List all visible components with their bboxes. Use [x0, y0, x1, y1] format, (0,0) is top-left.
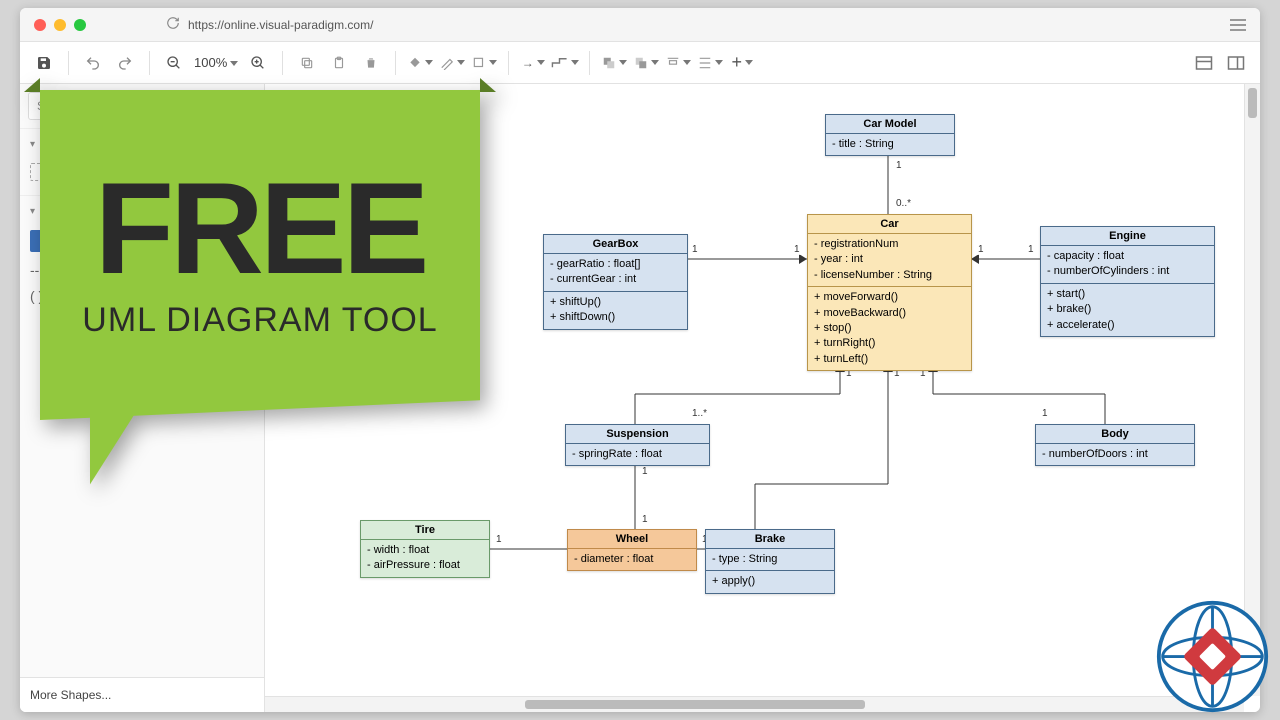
- promo-badge: FREE UML DIAGRAM TOOL: [30, 60, 490, 480]
- class-wheel[interactable]: Wheel - diameter : float: [567, 529, 697, 571]
- class-gearbox[interactable]: GearBox - gearRatio : float[] - currentG…: [543, 234, 688, 330]
- class-engine[interactable]: Engine - capacity : float - numberOfCyli…: [1040, 226, 1215, 337]
- class-tire[interactable]: Tire - width : float - airPressure : flo…: [360, 520, 490, 578]
- distribute-button[interactable]: [696, 49, 724, 77]
- mult: 1: [1041, 408, 1049, 419]
- mult: 1: [641, 466, 649, 477]
- class-name: Engine: [1041, 227, 1214, 246]
- class-name: Body: [1036, 425, 1194, 444]
- badge-subtitle: UML DIAGRAM TOOL: [82, 301, 437, 340]
- mult: 1: [1027, 244, 1035, 255]
- mult: 1: [691, 244, 699, 255]
- bring-front-button[interactable]: [600, 49, 628, 77]
- align-button[interactable]: [664, 49, 692, 77]
- format-panel-button[interactable]: [1190, 49, 1218, 77]
- maximize-window-button[interactable]: [74, 19, 86, 31]
- badge-title: FREE: [95, 170, 426, 287]
- mult: 1: [495, 534, 503, 545]
- connector-style-button[interactable]: [551, 49, 579, 77]
- mult: 0..*: [895, 198, 912, 209]
- class-suspension[interactable]: Suspension - springRate : float: [565, 424, 710, 466]
- close-window-button[interactable]: [34, 19, 46, 31]
- class-carmodel[interactable]: Car Model - title : String: [825, 114, 955, 156]
- window-titlebar: https://online.visual-paradigm.com/: [20, 8, 1260, 42]
- mult: 1: [793, 244, 801, 255]
- class-name: GearBox: [544, 235, 687, 254]
- horizontal-scrollbar[interactable]: [265, 696, 1244, 712]
- send-back-button[interactable]: [632, 49, 660, 77]
- minimize-window-button[interactable]: [54, 19, 66, 31]
- add-button[interactable]: +: [728, 49, 756, 77]
- class-name: Suspension: [566, 425, 709, 444]
- outline-panel-button[interactable]: [1222, 49, 1250, 77]
- class-body[interactable]: Body - numberOfDoors : int: [1035, 424, 1195, 466]
- mult: 1: [977, 244, 985, 255]
- class-name: Car Model: [826, 115, 954, 134]
- mult: 1..*: [691, 408, 708, 419]
- class-car[interactable]: Car - registrationNum - year : int - lic…: [807, 214, 972, 371]
- url-text[interactable]: https://online.visual-paradigm.com/: [188, 18, 373, 32]
- visual-paradigm-logo: [1155, 599, 1270, 714]
- class-name: Car: [808, 215, 971, 234]
- class-brake[interactable]: Brake - type : String + apply(): [705, 529, 835, 594]
- class-name: Wheel: [568, 530, 696, 549]
- mult: 1: [895, 160, 903, 171]
- connector-end-button[interactable]: →: [519, 49, 547, 77]
- menu-icon[interactable]: [1230, 19, 1246, 31]
- mult: 1: [641, 514, 649, 525]
- reload-icon[interactable]: [166, 16, 180, 33]
- class-name: Tire: [361, 521, 489, 540]
- more-shapes-button[interactable]: More Shapes...: [20, 677, 264, 712]
- class-name: Brake: [706, 530, 834, 549]
